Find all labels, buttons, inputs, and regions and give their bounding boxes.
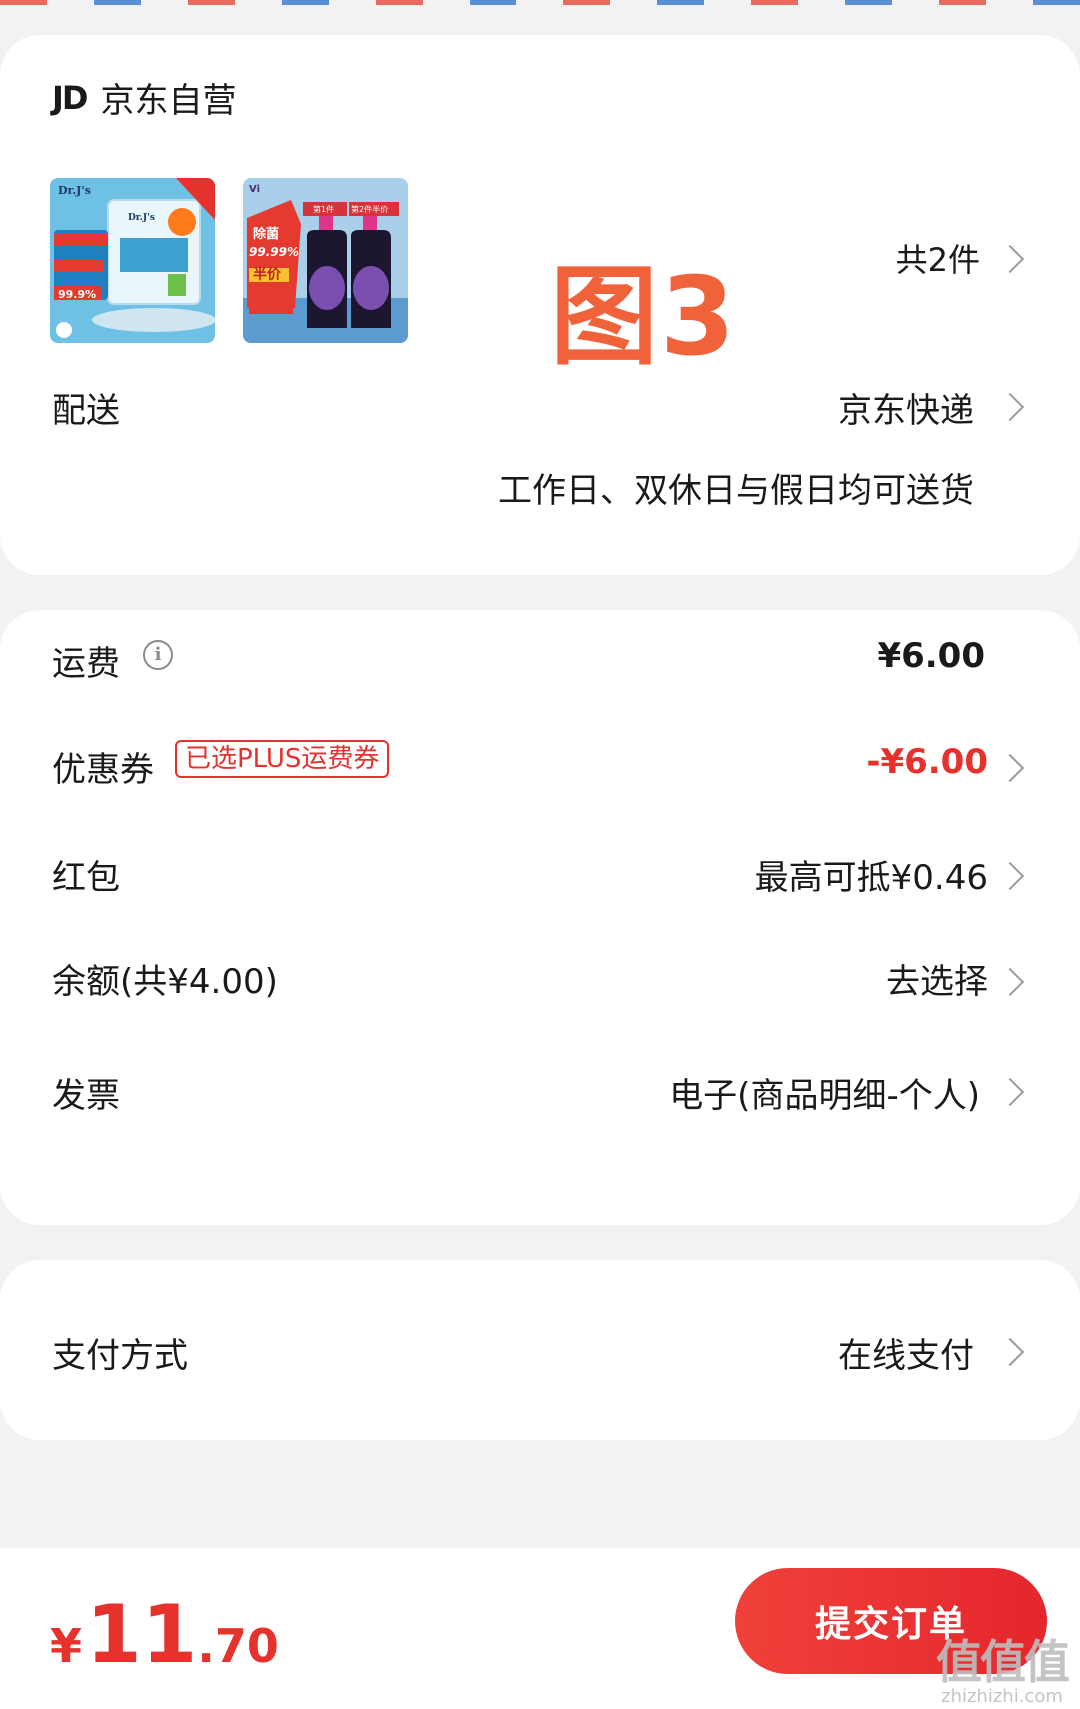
store-header: JD 京东自营 xyxy=(52,73,236,122)
red-packet-row[interactable]: 红包 最高可抵¥0.46 xyxy=(0,826,1080,934)
shipping-row: 运费 i ¥6.00 xyxy=(0,610,1080,730)
product-thumbnail-detergent[interactable]: Vi 除菌 99.99% 半价 第1件 第2件半价 xyxy=(243,178,408,343)
airmail-border xyxy=(0,0,1080,5)
delivery-schedule: 工作日、双休日与假日均可送货 xyxy=(498,471,974,511)
fees-card: 运费 i ¥6.00 优惠券 已选PLUS运费券 -¥6.00 红包 最高可抵¥… xyxy=(0,610,1080,1225)
invoice-label: 发票 xyxy=(52,1076,120,1116)
balance-row[interactable]: 余额(共¥4.00) 去选择 xyxy=(0,934,1080,1042)
detergent-halfprice-text: 半价 xyxy=(253,266,282,283)
payment-value: 在线支付 xyxy=(838,1336,974,1376)
chevron-right-icon[interactable] xyxy=(995,967,1025,997)
checkout-bar: ¥ 11 .70 提交订单 值值值 zhizhizhi.com xyxy=(0,1548,1080,1709)
store-name: 京东自营 xyxy=(100,81,237,121)
coupon-value: -¥6.00 xyxy=(866,742,988,782)
total-currency: ¥ xyxy=(50,1619,83,1673)
coupon-label: 优惠券 xyxy=(52,750,154,790)
chevron-right-icon[interactable] xyxy=(995,1077,1025,1107)
balance-label: 余额(共¥4.00) xyxy=(52,962,278,1002)
chevron-right-icon[interactable] xyxy=(995,1337,1025,1367)
site-watermark: 值值值 zhizhizhi.com xyxy=(936,1626,1070,1707)
order-total: ¥ 11 .70 xyxy=(50,1588,279,1681)
coupon-tag: 已选PLUS运费券 xyxy=(175,740,390,778)
detergent-tag-2: 第2件半价 xyxy=(351,204,388,214)
figure-label-overlay: 图3 xyxy=(550,255,738,380)
chevron-right-icon[interactable] xyxy=(995,753,1025,783)
product-thumbnail-wipes[interactable]: Dr.J's Dr.J's 99.9% xyxy=(50,178,215,343)
wipes-stat-text: 99.9% xyxy=(58,288,96,301)
wipes-brand-text: Dr.J's xyxy=(58,184,91,197)
item-count[interactable]: 共2件 xyxy=(896,235,980,281)
wipes-product-image: Dr.J's Dr.J's 99.9% xyxy=(50,178,215,343)
detergent-brand-text: Vi xyxy=(249,184,260,195)
wipes-brand-text-2: Dr.J's xyxy=(128,213,155,223)
payment-label: 支付方式 xyxy=(52,1336,188,1376)
red-packet-value: 最高可抵¥0.46 xyxy=(754,858,988,898)
delivery-method[interactable]: 京东快递 xyxy=(838,383,974,432)
total-decimal: .70 xyxy=(197,1619,279,1673)
watermark-url: zhizhizhi.com xyxy=(941,1686,1063,1707)
detergent-tag-1: 第1件 xyxy=(313,204,334,214)
total-integer: 11 xyxy=(86,1588,198,1681)
chevron-right-icon[interactable] xyxy=(995,861,1025,891)
chevron-right-icon[interactable] xyxy=(995,392,1025,422)
balance-value: 去选择 xyxy=(886,962,988,1002)
detergent-percent-text: 99.99% xyxy=(249,245,299,259)
jd-logo: JD xyxy=(52,78,88,117)
shipping-value: ¥6.00 xyxy=(877,636,985,676)
order-items-card: JD 京东自营 Dr.J's Dr.J's 99.9% Vi 除菌 99.99%… xyxy=(0,35,1080,575)
invoice-value: 电子(商品明细-个人) xyxy=(669,1076,980,1116)
info-icon[interactable]: i xyxy=(143,640,173,670)
shipping-label: 运费 xyxy=(52,644,120,684)
invoice-row[interactable]: 发票 电子(商品明细-个人) xyxy=(0,1042,1080,1150)
delivery-label: 配送 xyxy=(52,391,120,431)
payment-card[interactable]: 支付方式 在线支付 xyxy=(0,1260,1080,1440)
red-packet-label: 红包 xyxy=(52,858,120,898)
chevron-right-icon[interactable] xyxy=(995,244,1025,274)
detergent-product-image: Vi 除菌 99.99% 半价 第1件 第2件半价 xyxy=(243,178,408,343)
detergent-badge-text: 除菌 xyxy=(253,226,279,242)
coupon-row[interactable]: 优惠券 已选PLUS运费券 -¥6.00 xyxy=(0,718,1080,826)
watermark-logo-text: 值值值 xyxy=(936,1635,1070,1689)
